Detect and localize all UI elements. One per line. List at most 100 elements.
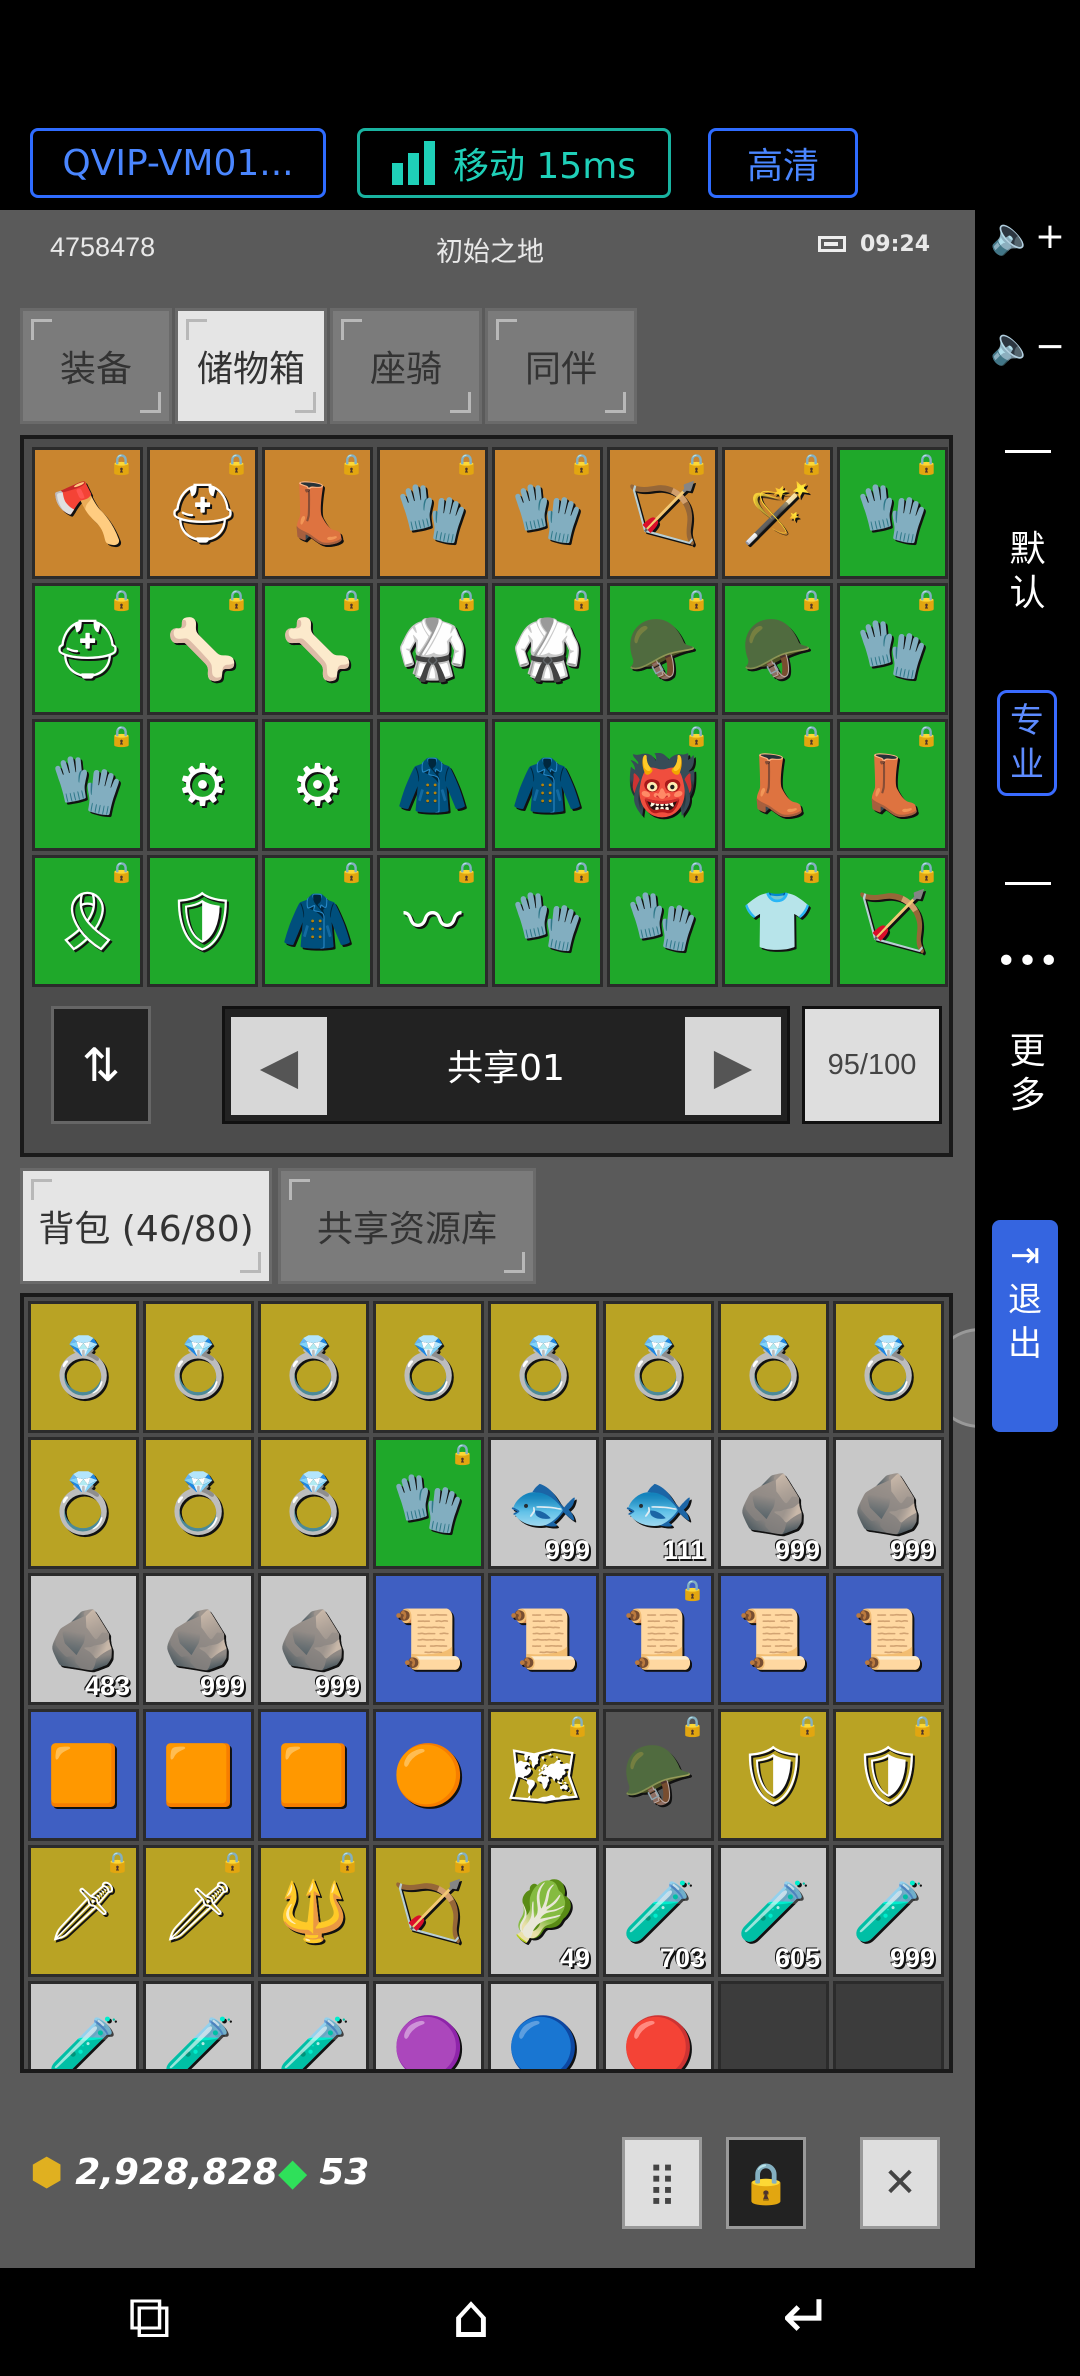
item-slot[interactable]: 🦴 🔒 bbox=[262, 583, 373, 715]
item-slot[interactable]: 🥋 🔒 bbox=[377, 583, 488, 715]
item-slot[interactable]: 📜 bbox=[833, 1573, 944, 1705]
item-slot[interactable]: 🔱 🔒 bbox=[258, 1845, 369, 1977]
close-button[interactable]: ✕ bbox=[860, 2137, 940, 2229]
item-slot[interactable]: 🧪 999 bbox=[833, 1845, 944, 1977]
item-slot[interactable]: 💍 bbox=[718, 1301, 829, 1433]
volume-down-button[interactable]: 🔈− bbox=[975, 325, 1080, 369]
item-slot[interactable]: 🗡 🔒 bbox=[28, 1845, 139, 1977]
item-slot[interactable]: 🟣 bbox=[373, 1981, 484, 2069]
item-slot[interactable]: 🪖 🔒 bbox=[603, 1709, 714, 1841]
item-slot[interactable]: 🧪 bbox=[28, 1981, 139, 2069]
item-slot[interactable]: 💍 bbox=[28, 1301, 139, 1433]
item-slot[interactable]: 🛡 🔒 bbox=[718, 1709, 829, 1841]
item-slot[interactable]: 🪨 999 bbox=[143, 1573, 254, 1705]
item-slot[interactable]: 🧪 703 bbox=[603, 1845, 714, 1977]
item-slot[interactable]: 👹 🔒 bbox=[607, 719, 718, 851]
capacity-button[interactable]: 95/100 bbox=[802, 1006, 942, 1124]
item-slot[interactable]: 🧤 🔒 bbox=[492, 855, 603, 987]
item-slot[interactable]: 🪨 999 bbox=[833, 1437, 944, 1569]
prev-page-button[interactable]: ◀ bbox=[231, 1017, 327, 1115]
item-slot[interactable]: 🧥 🔒 bbox=[262, 855, 373, 987]
item-slot[interactable]: 👢 🔒 bbox=[837, 719, 948, 851]
home-icon[interactable]: ⌂ bbox=[452, 2282, 490, 2352]
item-slot[interactable]: 🧤 🔒 bbox=[377, 447, 488, 579]
item-slot[interactable]: 🧥 bbox=[377, 719, 488, 851]
item-slot[interactable]: 🏹 🔒 bbox=[373, 1845, 484, 1977]
item-slot[interactable]: 🟠 bbox=[373, 1709, 484, 1841]
item-slot[interactable]: 🧥 bbox=[492, 719, 603, 851]
item-slot[interactable]: 📜 bbox=[488, 1573, 599, 1705]
volume-up-button[interactable]: 🔈+ bbox=[975, 215, 1080, 259]
item-slot[interactable]: 🧤 🔒 bbox=[492, 447, 603, 579]
inventory-tab-1[interactable]: 共享资源库 bbox=[278, 1168, 536, 1284]
item-slot[interactable]: 🛡 bbox=[147, 855, 258, 987]
more-button[interactable]: 更多 bbox=[975, 1030, 1080, 1118]
vip-server-button[interactable]: QVIP-VM01... bbox=[30, 128, 326, 198]
item-slot[interactable]: 🧤 🔒 bbox=[837, 447, 948, 579]
sort-button[interactable]: ⇅ bbox=[51, 1006, 151, 1124]
item-slot[interactable]: 🧤 🔒 bbox=[837, 583, 948, 715]
item-slot[interactable]: 💍 bbox=[488, 1301, 599, 1433]
item-slot[interactable]: 🗺 🔒 bbox=[488, 1709, 599, 1841]
item-slot[interactable]: 👢 🔒 bbox=[262, 447, 373, 579]
lock-button[interactable]: 🔒 bbox=[726, 2137, 806, 2229]
item-slot[interactable]: 🧤 🔒 bbox=[373, 1437, 484, 1569]
grid-view-button[interactable]: ⣿ bbox=[622, 2137, 702, 2229]
item-slot[interactable]: 💍 bbox=[373, 1301, 484, 1433]
next-page-button[interactable]: ▶ bbox=[685, 1017, 781, 1115]
item-slot[interactable]: 🐟 111 bbox=[603, 1437, 714, 1569]
item-slot[interactable]: 🪄 🔒 bbox=[722, 447, 833, 579]
item-slot[interactable]: 👢 🔒 bbox=[722, 719, 833, 851]
item-slot[interactable]: ⚙ bbox=[262, 719, 373, 851]
item-slot[interactable]: ⛑ 🔒 bbox=[32, 583, 143, 715]
item-slot[interactable]: 🪨 483 bbox=[28, 1573, 139, 1705]
item-slot[interactable]: 🟧 bbox=[28, 1709, 139, 1841]
item-slot[interactable]: 🧪 bbox=[258, 1981, 369, 2069]
item-slot[interactable]: 💍 bbox=[143, 1437, 254, 1569]
quality-button[interactable]: 高清 bbox=[708, 128, 858, 198]
back-icon[interactable]: ↵ bbox=[782, 2282, 832, 2352]
storage-tab-2[interactable]: 座骑 bbox=[330, 308, 482, 424]
storage-tab-1[interactable]: 储物箱 bbox=[175, 308, 327, 424]
item-slot[interactable]: 🪨 999 bbox=[258, 1573, 369, 1705]
pro-mode-button[interactable]: 专业 bbox=[997, 690, 1057, 796]
item-slot[interactable]: 🏹 🔒 bbox=[607, 447, 718, 579]
item-slot[interactable]: 🪖 🔒 bbox=[722, 583, 833, 715]
item-slot[interactable]: 🧪 605 bbox=[718, 1845, 829, 1977]
item-slot[interactable]: 📜 🔒 bbox=[603, 1573, 714, 1705]
inventory-tab-0[interactable]: 背包 (46/80) bbox=[20, 1168, 272, 1284]
item-slot[interactable]: 💍 bbox=[258, 1301, 369, 1433]
item-slot[interactable]: 🪓 🔒 bbox=[32, 447, 143, 579]
item-slot[interactable]: 🟧 bbox=[258, 1709, 369, 1841]
exit-button[interactable]: ⇥ 退出 bbox=[992, 1220, 1058, 1432]
item-slot[interactable]: 🎗 🔒 bbox=[32, 855, 143, 987]
item-slot[interactable]: 🧤 🔒 bbox=[32, 719, 143, 851]
item-slot[interactable]: 🐟 999 bbox=[488, 1437, 599, 1569]
item-slot[interactable] bbox=[718, 1981, 829, 2069]
item-slot[interactable]: 🏹 🔒 bbox=[837, 855, 948, 987]
item-slot[interactable]: 〰 🔒 bbox=[377, 855, 488, 987]
item-slot[interactable]: ⚙ bbox=[147, 719, 258, 851]
network-status-button[interactable]: 移动 15ms bbox=[357, 128, 671, 198]
item-slot[interactable]: 🧪 bbox=[143, 1981, 254, 2069]
storage-tab-0[interactable]: 装备 bbox=[20, 308, 172, 424]
item-slot[interactable]: 👕 🔒 bbox=[722, 855, 833, 987]
item-slot[interactable]: 🟧 bbox=[143, 1709, 254, 1841]
item-slot[interactable]: 🦴 🔒 bbox=[147, 583, 258, 715]
item-slot[interactable]: 🥬 49 bbox=[488, 1845, 599, 1977]
item-slot[interactable]: 📜 bbox=[373, 1573, 484, 1705]
item-slot[interactable]: ⛑ 🔒 bbox=[147, 447, 258, 579]
item-slot[interactable]: 💍 bbox=[833, 1301, 944, 1433]
item-slot[interactable]: 🔴 bbox=[603, 1981, 714, 2069]
item-slot[interactable]: 🪖 🔒 bbox=[607, 583, 718, 715]
item-slot[interactable]: 💍 bbox=[143, 1301, 254, 1433]
item-slot[interactable]: 🔵 bbox=[488, 1981, 599, 2069]
recents-icon[interactable]: ⧉ bbox=[128, 2282, 171, 2352]
item-slot[interactable]: 🗡 🔒 bbox=[143, 1845, 254, 1977]
item-slot[interactable]: 🪨 999 bbox=[718, 1437, 829, 1569]
item-slot[interactable]: 🧤 🔒 bbox=[607, 855, 718, 987]
item-slot[interactable]: 🛡 🔒 bbox=[833, 1709, 944, 1841]
more-dots-icon[interactable]: ••• bbox=[975, 940, 1080, 984]
item-slot[interactable]: 💍 bbox=[28, 1437, 139, 1569]
item-slot[interactable]: 🥋 🔒 bbox=[492, 583, 603, 715]
